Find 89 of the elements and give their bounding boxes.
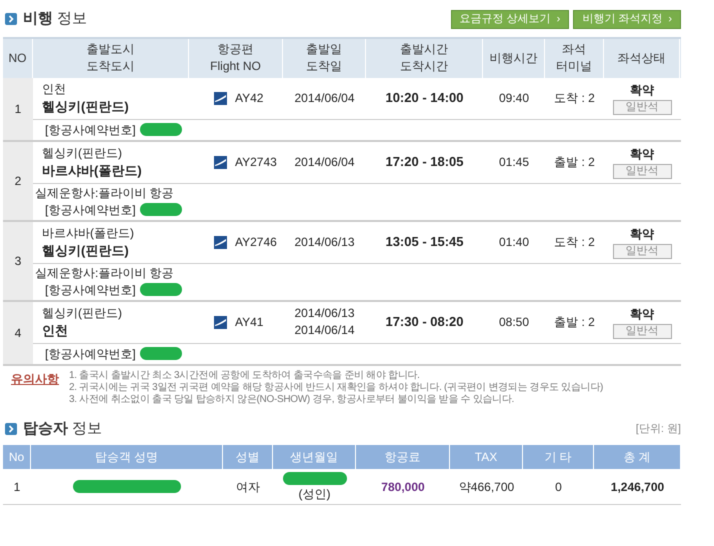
departure-city: 바르샤바(폴란드) <box>42 225 135 242</box>
flight-time: 17:30 - 08:20 <box>385 314 464 330</box>
column-header: 생년월일 <box>273 445 356 469</box>
redaction-mark <box>282 472 346 485</box>
arrow-bullet-icon <box>5 13 17 26</box>
airline-logo-icon <box>214 92 227 104</box>
notice-item: 2. 귀국시에는 귀국 3일전 귀국편 예약을 해당 항공사에 반드시 재확인을 하셔야 합니다. (귀국편이 변경되는 경우도 있습니다) <box>69 382 604 394</box>
flight-duration: 08:50 <box>498 315 530 329</box>
seat-class-badge: 일반석 <box>612 244 672 259</box>
column-header: 좌석 터미널 <box>545 38 604 78</box>
table-cell: (성인) <box>298 487 330 501</box>
column-header: TAX <box>450 445 523 469</box>
fare-amount: 780,000 <box>380 480 426 494</box>
booking-status: 확약 <box>630 82 654 99</box>
redaction-mark <box>140 203 182 216</box>
booking-status: 확약 <box>630 146 654 163</box>
flight-date: 2014/06/04 <box>294 154 355 170</box>
column-header: 총 계 <box>594 445 681 469</box>
action-button[interactable]: 요금규정 상세보기 › <box>450 10 570 29</box>
row-number: 4 <box>3 302 33 364</box>
row-number: 2 <box>3 142 33 220</box>
flight-time: 13:05 - 15:45 <box>385 234 464 250</box>
redaction-mark <box>140 123 182 136</box>
notice-item: 3. 사전에 취소없이 출국 당일 탑승하지 않은(NO-SHOW) 경우, 항공사로부터 불이익을 받을 수 있습니다. <box>69 394 516 406</box>
arrival-city: 헬싱키(핀란드) <box>42 98 130 115</box>
departure-city: 인천 <box>42 81 67 98</box>
table-cell-text: 1 <box>12 480 22 494</box>
reservation-label: [항공사예약번호] <box>45 122 136 136</box>
column-header: 기 타 <box>523 445 594 469</box>
reservation-label: [항공사예약번호] <box>45 202 136 216</box>
notice-label: 유의사항 <box>11 370 59 388</box>
departure-city: 헬싱키(핀란드) <box>42 305 123 322</box>
column-header: 좌석상태 <box>604 38 680 78</box>
operating-carrier: 실제운항사:플라이비 항공 <box>34 266 175 280</box>
terminal: 출발 : 2 <box>554 315 595 329</box>
row-number: 1 <box>3 78 33 140</box>
seat-class-badge: 일반석 <box>612 164 672 179</box>
terminal: 출발 : 2 <box>554 155 595 169</box>
terminal: 도착 : 2 <box>554 235 595 249</box>
airline-logo-icon <box>214 156 227 168</box>
arrival-city: 바르샤바(폴란드) <box>42 162 143 179</box>
flight-number: AY2746 <box>235 234 277 251</box>
flight-number: AY42 <box>235 90 264 107</box>
section-title: 비행 정보 <box>23 9 88 29</box>
departure-city: 헬싱키(핀란드) <box>42 145 123 162</box>
flight-date: 2014/06/04 <box>294 90 355 106</box>
booking-status: 확약 <box>630 226 654 243</box>
reservation-label: [항공사예약번호] <box>45 282 136 296</box>
row-number: 3 <box>3 222 33 300</box>
redaction-mark <box>140 347 182 360</box>
table-cell-text: 0 <box>554 480 563 494</box>
flight-time: 17:20 - 18:05 <box>385 154 464 170</box>
terminal: 도착 : 2 <box>554 91 595 105</box>
table-cell-text: 여자 <box>235 480 261 494</box>
section-title: 탑승자 정보 <box>23 418 102 438</box>
arrival-city: 헬싱키(핀란드) <box>42 242 130 259</box>
unit-label: [단위: 원] <box>636 422 681 436</box>
airline-logo-icon <box>214 236 227 248</box>
flight-date: 2014/06/14 <box>294 322 355 339</box>
flight-date: 2014/06/13 <box>294 234 355 250</box>
seat-class-badge: 일반석 <box>612 100 672 115</box>
column-header: 출발도시 도착도시 <box>33 38 189 78</box>
column-header: 출발일 도착일 <box>283 38 366 78</box>
flight-duration: 09:40 <box>498 91 530 105</box>
reservation-label: [항공사예약번호] <box>45 346 136 360</box>
column-header: 탑승객 성명 <box>31 445 223 469</box>
arrival-city: 인천 <box>42 322 69 339</box>
column-header: 항공료 <box>356 445 450 469</box>
redaction-mark <box>140 283 182 296</box>
column-header: 항공편 Flight NO <box>189 38 283 78</box>
flight-date: 2014/06/13 <box>294 305 355 322</box>
operating-carrier: 실제운항사:플라이비 항공 <box>34 186 175 200</box>
flight-number: AY41 <box>235 314 264 331</box>
seat-class-badge: 일반석 <box>612 324 672 339</box>
column-header: 출발시간 도착시간 <box>366 38 483 78</box>
booking-status: 확약 <box>630 306 654 323</box>
flight-duration: 01:45 <box>498 155 530 169</box>
arrow-bullet-icon <box>5 422 17 435</box>
flight-duration: 01:40 <box>498 235 530 249</box>
column-header: 성별 <box>223 445 273 469</box>
column-header: No <box>3 445 31 469</box>
airline-logo-icon <box>214 316 227 328</box>
column-header: 비행시간 <box>483 38 545 78</box>
flight-number: AY2743 <box>235 154 277 171</box>
table-cell-text: 약466,700 <box>458 480 516 494</box>
action-button[interactable]: 비행기 좌석지정 › <box>573 10 681 29</box>
total-amount: 1,246,700 <box>610 480 666 494</box>
notice-item: 1. 출국시 출발시간 최소 3시간전에 공항에 도착하여 출국수속을 준비 해야 합니다. <box>69 370 421 382</box>
flight-time: 10:20 - 14:00 <box>385 90 464 106</box>
